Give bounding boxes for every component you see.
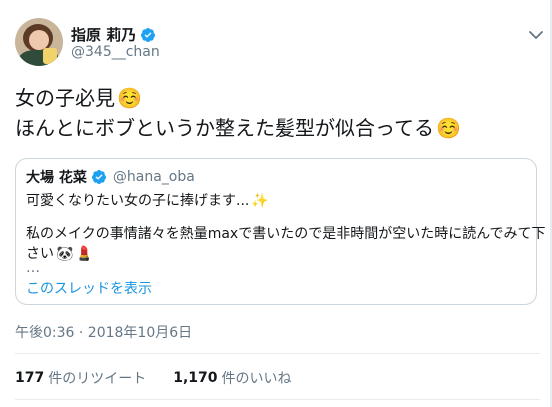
author-display-name[interactable]: 指原 莉乃	[71, 24, 136, 45]
quoted-text: 可愛くなりたい女の子に捧げます...	[26, 193, 250, 209]
retweet-count-link[interactable]: 177 件のリツイート	[15, 368, 146, 388]
panda-emoji-icon: 🐼	[56, 246, 74, 262]
tweet-text-line1: 女の子必見	[15, 86, 115, 110]
quoted-author-name: 大場 花菜	[26, 170, 87, 186]
retweet-count: 177	[15, 370, 45, 386]
tweet-text-line2: ほんとにボブというか整えた髪型が似合ってる	[15, 116, 434, 140]
quoted-text-ellipsis: …	[26, 260, 40, 276]
divider	[15, 353, 540, 354]
verified-badge-icon	[140, 27, 156, 43]
quoted-text: 私のメイクの事情諸々を熱量maxで書いたので是非時間が空いた時に読んでみて下	[26, 226, 546, 242]
quoted-tweet[interactable]: 大場 花菜 @hana_oba 可愛くなりたい女の子に捧げます... ✨ 私のメ…	[15, 158, 546, 305]
quoted-author-row: 大場 花菜 @hana_oba	[26, 167, 195, 187]
divider	[15, 399, 540, 400]
tweet-text: 女の子必見 ☺️ ほんとにボブというか整えた髪型が似合ってる ☺️	[15, 83, 540, 143]
quoted-text-body: 私のメイクの事情諸々を熱量maxで書いたので是非時間が空いた時に読んでみて下 さ…	[26, 224, 546, 264]
quoted-text-line1: 可愛くなりたい女の子に捧げます... ✨	[26, 191, 269, 211]
verified-badge-icon	[91, 169, 107, 185]
tweet-stats: 177 件のリツイート 1,170 件のいいね	[15, 368, 319, 388]
quoted-author-handle: @hana_oba	[112, 169, 195, 185]
retweet-label: 件のリツイート	[48, 371, 147, 387]
tweet-text-line: 女の子必見 ☺️	[15, 83, 540, 113]
like-count: 1,170	[173, 370, 218, 386]
tweet-header: 指原 莉乃 @345__chan	[15, 18, 545, 70]
tweet-timestamp[interactable]: 午後0:36 · 2018年10月6日	[15, 322, 192, 342]
like-count-link[interactable]: 1,170 件のいいね	[173, 368, 291, 388]
lipstick-emoji-icon: 💄	[75, 246, 93, 262]
chevron-down-icon[interactable]	[527, 26, 545, 44]
author-handle[interactable]: @345__chan	[71, 44, 160, 60]
tweet-text-line: ほんとにボブというか整えた髪型が似合ってる ☺️	[15, 113, 540, 143]
like-label: 件のいいね	[221, 371, 292, 387]
smiling-face-emoji-icon: ☺️	[117, 86, 142, 110]
avatar[interactable]	[15, 18, 63, 66]
sparkles-emoji-icon: ✨	[251, 193, 269, 209]
tweet-card: 指原 莉乃 @345__chan 女の子必見 ☺️ ほんとにボブというか整えた髪…	[0, 0, 551, 407]
smiling-face-emoji-icon: ☺️	[436, 116, 461, 140]
author-name-row[interactable]: 指原 莉乃	[71, 24, 156, 45]
show-thread-link[interactable]: このスレッドを表示	[26, 278, 152, 298]
